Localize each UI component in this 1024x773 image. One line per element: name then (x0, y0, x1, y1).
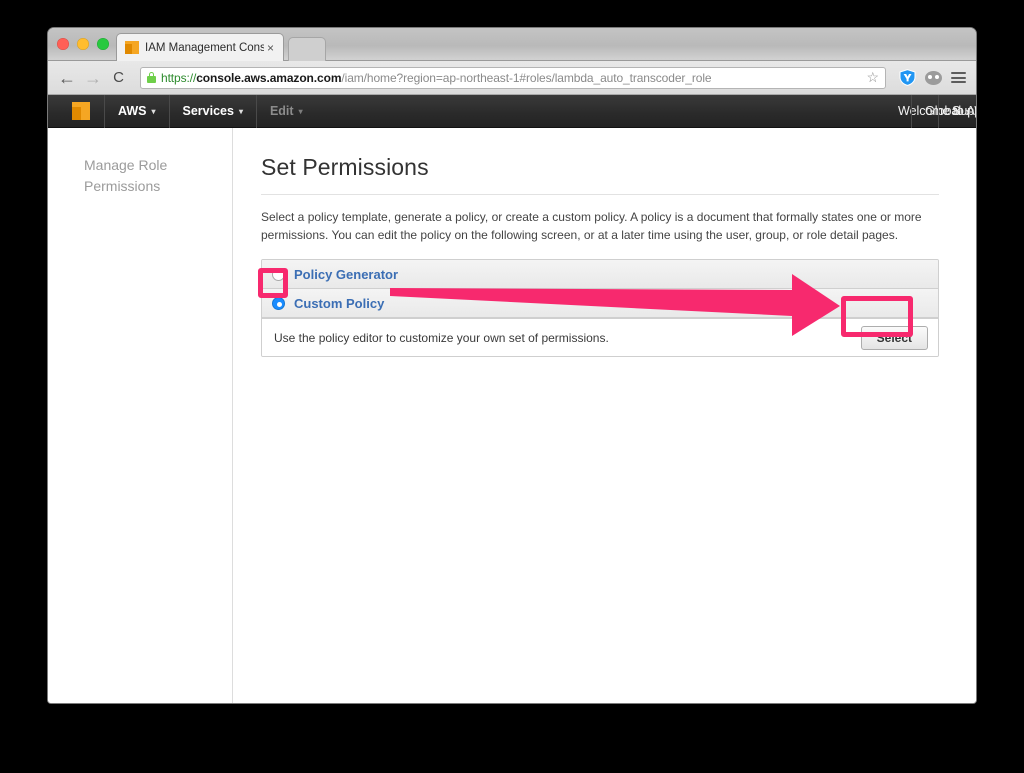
policy-option-description: Use the policy editor to customize your … (274, 330, 609, 345)
sidebar: Manage Role Permissions (48, 128, 233, 703)
chevron-down-icon: ▾ (238, 106, 243, 116)
policy-option-body-custom-policy: Use the policy editor to customize your … (262, 318, 938, 356)
url-text: https://console.aws.amazon.com/iam/home?… (161, 71, 711, 85)
hamburger-menu-icon[interactable] (951, 70, 966, 86)
url-path: /iam/home?region=ap-northeast-1#roles/la… (341, 70, 712, 85)
nav-item-account[interactable]: Welcome to AWS ▾ (885, 95, 976, 128)
browser-window: IAM Management Console × ← → C https://c… (48, 28, 976, 703)
select-button[interactable]: Select (860, 325, 928, 350)
close-tab-icon[interactable]: × (264, 42, 277, 54)
reload-button[interactable]: C (110, 70, 127, 85)
nav-item-region[interactable]: Global ▾ (912, 95, 970, 128)
chevron-down-icon: ▾ (966, 106, 971, 116)
minimize-window-button[interactable] (77, 38, 89, 50)
radio-custom-policy[interactable] (272, 296, 285, 310)
policy-option-list: Policy Generator Custom Policy Use the p… (261, 259, 939, 357)
nav-item-edit-label: Edit (269, 104, 294, 118)
policy-option-row-custom-policy[interactable]: Custom Policy (262, 289, 938, 318)
address-bar[interactable]: https://console.aws.amazon.com/iam/home?… (140, 66, 886, 89)
browser-toolbar: ← → C https://console.aws.amazon.com/iam… (48, 61, 976, 95)
page-body: Manage Role Permissions Set Permissions … (48, 128, 976, 703)
policy-option-label[interactable]: Policy Generator (294, 267, 398, 282)
extension-oval-icon[interactable] (925, 70, 942, 85)
policy-option-row-policy-generator[interactable]: Policy Generator (262, 260, 938, 289)
yahoo-shield-icon[interactable] (899, 69, 916, 86)
nav-item-edit[interactable]: Edit ▾ (257, 95, 316, 128)
url-host: console.aws.amazon.com (196, 70, 342, 85)
aws-cube-logo[interactable] (72, 102, 90, 120)
window-controls (57, 38, 109, 50)
bookmark-star-icon[interactable]: ☆ (860, 69, 879, 86)
sidebar-item-manage-role-permissions[interactable]: Manage Role Permissions (84, 155, 179, 197)
aws-navbar: AWS ▾ Services ▾ Edit ▾ Welcome to AWS ▾… (48, 94, 976, 128)
aws-cube-icon (125, 40, 139, 55)
title-divider (261, 194, 939, 195)
forward-button[interactable]: → (84, 69, 102, 87)
main-content: Set Permissions Select a policy template… (233, 128, 976, 703)
chevron-down-icon: ▾ (298, 106, 303, 116)
tab-title: IAM Management Console (145, 41, 264, 54)
page-title: Set Permissions (261, 154, 429, 180)
chevron-down-icon: ▾ (151, 106, 156, 116)
nav-item-support[interactable]: Support ▾ (939, 95, 976, 128)
nav-item-services[interactable]: Services ▾ (170, 95, 256, 128)
page-description: Select a policy template, generate a pol… (261, 210, 922, 242)
nav-item-support-label: Support (952, 104, 976, 118)
back-button[interactable]: ← (58, 69, 76, 87)
nav-item-aws-label: AWS (118, 104, 147, 118)
tab-strip: IAM Management Console × (48, 28, 976, 61)
lock-icon (147, 72, 156, 83)
policy-option-label[interactable]: Custom Policy (294, 296, 384, 311)
radio-policy-generator[interactable] (272, 267, 285, 281)
close-window-button[interactable] (57, 38, 69, 50)
url-scheme: https:// (161, 70, 197, 85)
zoom-window-button[interactable] (97, 38, 109, 50)
nav-item-services-label: Services (182, 104, 234, 118)
nav-item-aws[interactable]: AWS ▾ (105, 95, 169, 128)
new-tab-button[interactable] (288, 37, 326, 61)
browser-tab[interactable]: IAM Management Console × (116, 33, 284, 61)
